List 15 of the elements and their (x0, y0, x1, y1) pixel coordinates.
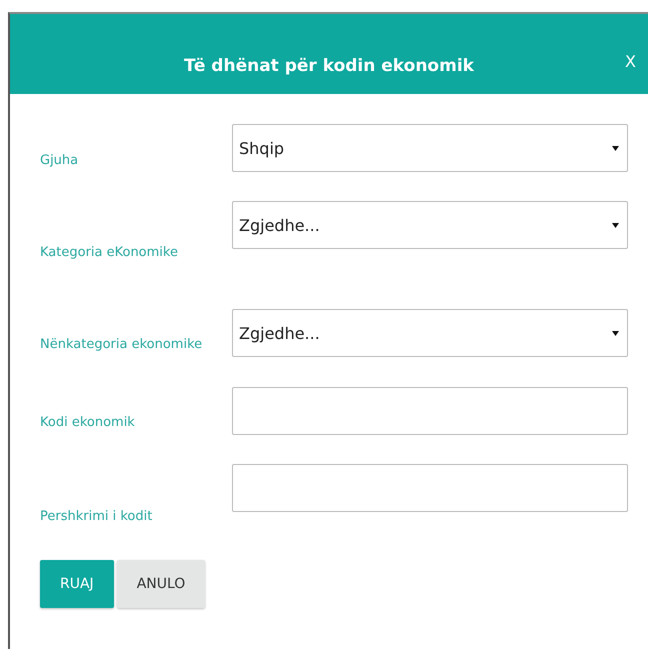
cancel-button[interactable]: ANULO (116, 560, 206, 608)
field-label: Pershkrimi i kodit (40, 509, 154, 524)
field-label: Gjuha (40, 153, 80, 168)
caret-icon (612, 146, 619, 150)
input-field[interactable] (232, 464, 628, 512)
caret-icon (612, 330, 619, 336)
dropdown[interactable]: Shqip (232, 124, 628, 172)
dialog-title: Të dhënat për kodin ekonomik (184, 56, 474, 76)
dropdown[interactable]: Zgjedhe... (232, 309, 628, 357)
input-field[interactable] (232, 387, 628, 435)
caret-icon (612, 222, 619, 228)
field-label: Nënkategoria ekonomike (40, 337, 204, 352)
field-label: Kategoria eKonomike (40, 245, 179, 260)
field-label: Kodi ekonomik (40, 415, 136, 430)
dropdown[interactable]: Zgjedhe... (232, 201, 628, 249)
